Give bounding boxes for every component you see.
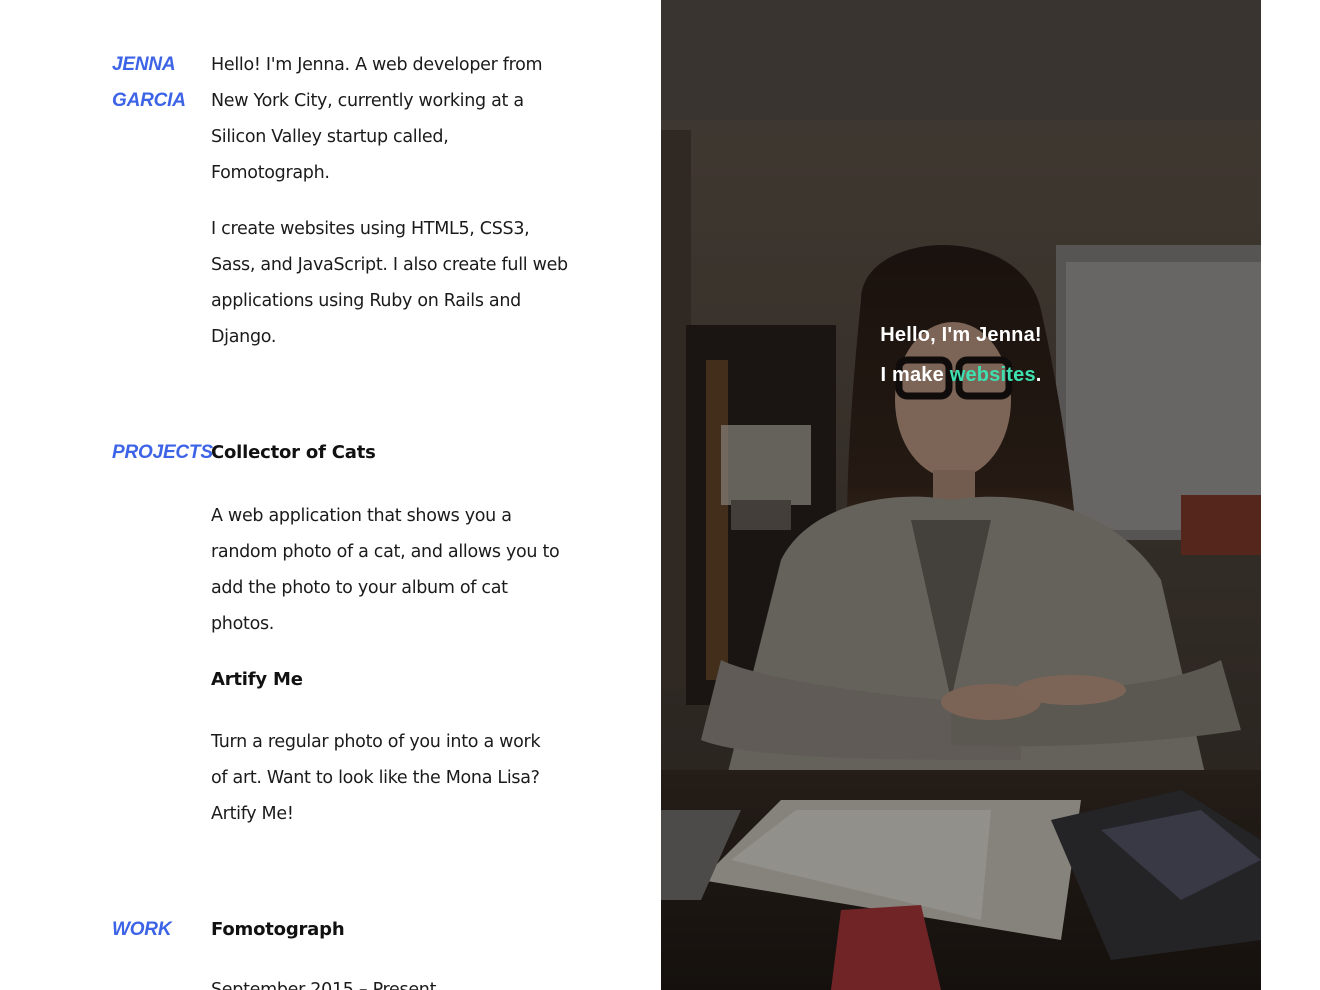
project-title-artify-me[interactable]: Artify Me — [211, 668, 303, 692]
work-dates-fomotograph: September 2015 – Present — [211, 980, 437, 990]
hero-tagline-suffix: . — [1035, 364, 1042, 386]
hero-tagline-prefix: I make — [880, 364, 944, 386]
project-description-collector-of-cats: A web application that shows you a rando… — [211, 506, 560, 634]
work-title-fomotograph[interactable]: Fomotograph — [211, 918, 345, 942]
hero-photo-panel: Hello, I'm Jenna! I make websites. — [661, 0, 1261, 990]
portrait-photo-icon — [661, 0, 1261, 990]
name-heading: JENNA GARCIA — [112, 47, 186, 119]
first-name: JENNA — [112, 54, 176, 75]
project-description-artify-me: Turn a regular photo of you into a work … — [211, 732, 541, 824]
last-name: GARCIA — [112, 90, 186, 111]
hero-tagline: I make websites. — [661, 364, 1261, 387]
work-heading: WORK — [112, 919, 172, 940]
projects-heading: PROJECTS — [112, 442, 213, 463]
right-margin — [1261, 0, 1320, 990]
intro-paragraph-2: I create websites using HTML5, CSS3, Sas… — [211, 219, 568, 347]
hero-greeting: Hello, I'm Jenna! — [880, 324, 1042, 346]
hero-tagline-accent: websites — [949, 364, 1036, 386]
project-title-collector-of-cats[interactable]: Collector of Cats — [211, 441, 376, 465]
content-column: JENNA GARCIA Hello! I'm Jenna. A web dev… — [0, 0, 661, 990]
intro-paragraph-1: Hello! I'm Jenna. A web developer from N… — [211, 55, 543, 183]
portfolio-page: JENNA GARCIA Hello! I'm Jenna. A web dev… — [0, 0, 1320, 990]
